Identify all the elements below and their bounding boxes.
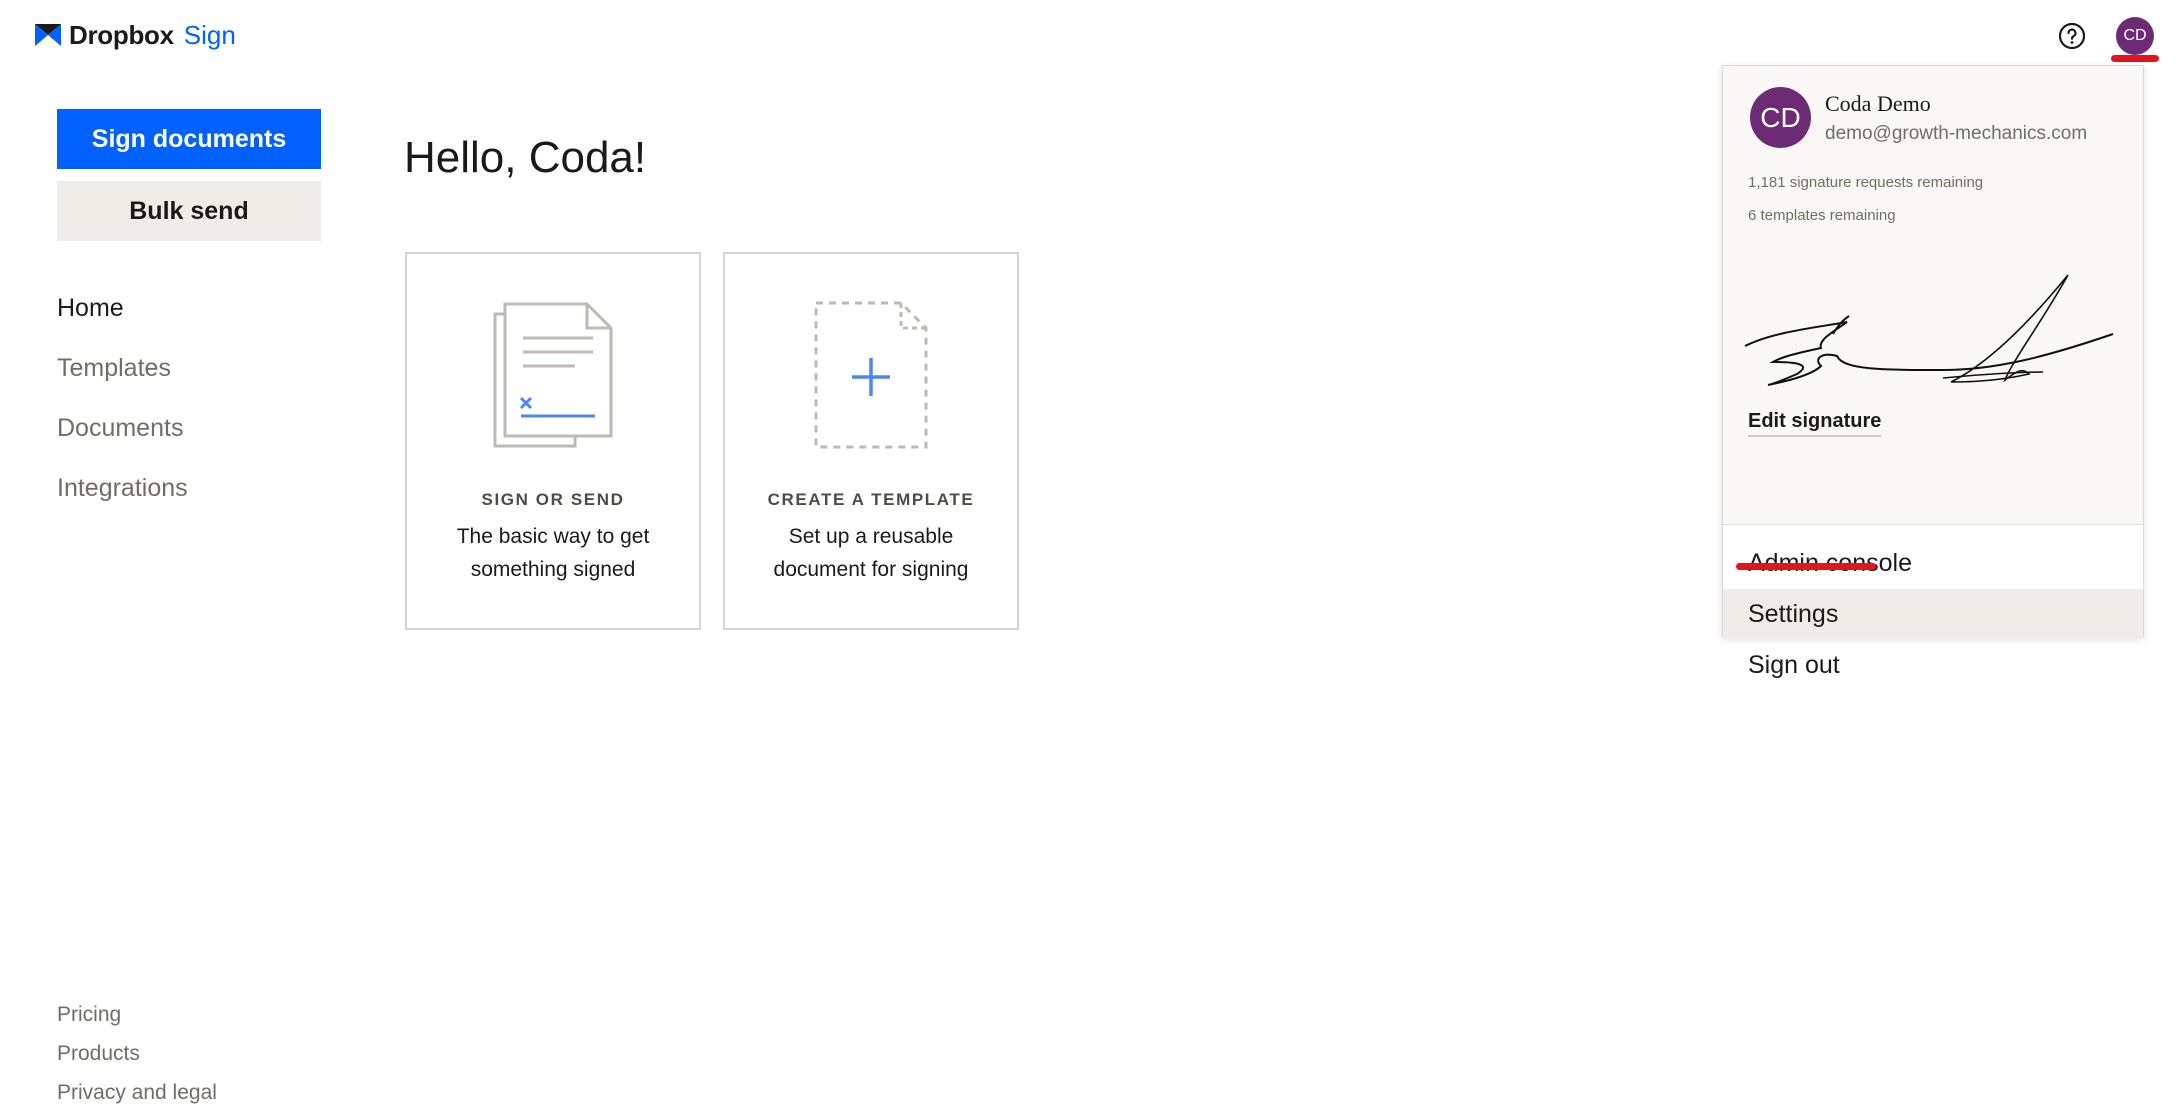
signature-requests-remaining: 1,181 signature requests remaining xyxy=(1748,174,1984,191)
brand-name: Dropbox xyxy=(69,19,174,50)
account-name: Coda Demo xyxy=(1825,91,1931,116)
create-template-card[interactable]: CREATE A TEMPLATE Set up a reusable docu… xyxy=(723,252,1019,630)
signature-section: Edit signature xyxy=(1723,250,2143,525)
new-template-icon xyxy=(814,301,928,449)
dropbox-sign-logo[interactable]: Dropbox Sign xyxy=(35,18,236,52)
avatar: CD xyxy=(1750,87,1811,148)
edit-signature-link[interactable]: Edit signature xyxy=(1748,410,1882,437)
templates-remaining: 6 templates remaining xyxy=(1748,207,1896,224)
sign-documents-button[interactable]: Sign documents xyxy=(57,109,321,169)
sign-or-send-card[interactable]: SIGN OR SEND The basic way to get someth… xyxy=(405,252,701,630)
card-description: Set up a reusable document for signing xyxy=(773,525,969,581)
brand-product: Sign xyxy=(183,19,236,50)
card-title: CREATE A TEMPLATE xyxy=(767,490,975,509)
settings-underline-annotation xyxy=(1736,563,1876,570)
bulk-send-button[interactable]: Bulk send xyxy=(57,181,321,241)
card-title: SIGN OR SEND xyxy=(481,490,625,509)
footer-link-pricing[interactable]: Pricing xyxy=(57,1003,121,1027)
avatar-underline-annotation xyxy=(2111,55,2159,62)
account-avatar-button[interactable]: CD xyxy=(2116,17,2154,55)
nav-item-documents[interactable]: Documents xyxy=(57,414,183,443)
signature-image xyxy=(1744,274,2114,386)
footer-link-products[interactable]: Products xyxy=(57,1042,140,1066)
nav-item-templates[interactable]: Templates xyxy=(57,354,171,383)
nav-item-home[interactable]: Home xyxy=(57,294,124,323)
card-description: The basic way to get something signed xyxy=(456,525,650,581)
page-title: Hello, Coda! xyxy=(404,133,647,182)
menu-item-settings[interactable]: Settings xyxy=(1723,589,2143,639)
footer-link-privacy[interactable]: Privacy and legal xyxy=(57,1081,217,1105)
account-summary: CD Coda Demo demo@growth-mechanics.com 1… xyxy=(1723,66,2143,251)
account-email: demo@growth-mechanics.com xyxy=(1825,123,2088,144)
dropbox-logo-icon xyxy=(35,24,61,46)
account-dropdown-menu: CD Coda Demo demo@growth-mechanics.com 1… xyxy=(1722,65,2144,679)
help-circle-icon[interactable] xyxy=(2056,20,2088,52)
document-sign-icon xyxy=(493,302,613,448)
nav-item-integrations[interactable]: Integrations xyxy=(57,474,188,503)
menu-item-sign-out[interactable]: Sign out xyxy=(1723,640,2143,690)
